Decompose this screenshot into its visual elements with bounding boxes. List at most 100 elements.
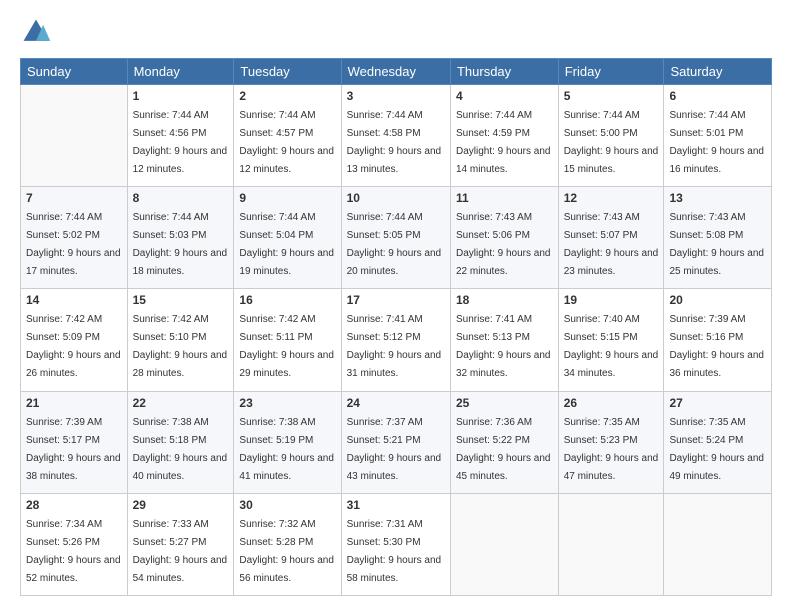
day-number: 15 — [133, 293, 229, 307]
logo-icon — [20, 16, 52, 48]
day-number: 30 — [239, 498, 335, 512]
day-info: Sunrise: 7:44 AMSunset: 5:01 PMDaylight:… — [669, 110, 764, 175]
calendar-week-row: 14 Sunrise: 7:42 AMSunset: 5:09 PMDaylig… — [21, 289, 772, 391]
day-info: Sunrise: 7:44 AMSunset: 4:57 PMDaylight:… — [239, 110, 334, 175]
day-number: 12 — [564, 191, 659, 205]
day-number: 28 — [26, 498, 122, 512]
day-info: Sunrise: 7:35 AMSunset: 5:23 PMDaylight:… — [564, 417, 659, 482]
day-info: Sunrise: 7:44 AMSunset: 4:59 PMDaylight:… — [456, 110, 551, 175]
day-number: 27 — [669, 396, 766, 410]
day-info: Sunrise: 7:44 AMSunset: 4:58 PMDaylight:… — [347, 110, 442, 175]
day-header: Thursday — [450, 59, 558, 85]
calendar-cell: 19 Sunrise: 7:40 AMSunset: 5:15 PMDaylig… — [558, 289, 664, 391]
calendar-cell: 15 Sunrise: 7:42 AMSunset: 5:10 PMDaylig… — [127, 289, 234, 391]
day-number: 21 — [26, 396, 122, 410]
day-header: Sunday — [21, 59, 128, 85]
day-info: Sunrise: 7:44 AMSunset: 5:00 PMDaylight:… — [564, 110, 659, 175]
calendar-cell — [558, 493, 664, 595]
calendar-cell: 10 Sunrise: 7:44 AMSunset: 5:05 PMDaylig… — [341, 187, 450, 289]
day-header: Monday — [127, 59, 234, 85]
calendar-cell: 31 Sunrise: 7:31 AMSunset: 5:30 PMDaylig… — [341, 493, 450, 595]
day-number: 4 — [456, 89, 553, 103]
day-info: Sunrise: 7:43 AMSunset: 5:08 PMDaylight:… — [669, 212, 764, 277]
calendar-cell — [450, 493, 558, 595]
day-number: 13 — [669, 191, 766, 205]
day-info: Sunrise: 7:40 AMSunset: 5:15 PMDaylight:… — [564, 314, 659, 379]
day-header: Wednesday — [341, 59, 450, 85]
day-info: Sunrise: 7:36 AMSunset: 5:22 PMDaylight:… — [456, 417, 551, 482]
day-number: 8 — [133, 191, 229, 205]
calendar-cell: 13 Sunrise: 7:43 AMSunset: 5:08 PMDaylig… — [664, 187, 772, 289]
calendar-table: SundayMondayTuesdayWednesdayThursdayFrid… — [20, 58, 772, 596]
calendar-cell: 7 Sunrise: 7:44 AMSunset: 5:02 PMDayligh… — [21, 187, 128, 289]
day-info: Sunrise: 7:39 AMSunset: 5:16 PMDaylight:… — [669, 314, 764, 379]
day-number: 19 — [564, 293, 659, 307]
calendar-cell: 25 Sunrise: 7:36 AMSunset: 5:22 PMDaylig… — [450, 391, 558, 493]
day-info: Sunrise: 7:44 AMSunset: 5:04 PMDaylight:… — [239, 212, 334, 277]
day-info: Sunrise: 7:42 AMSunset: 5:10 PMDaylight:… — [133, 314, 228, 379]
calendar-cell: 11 Sunrise: 7:43 AMSunset: 5:06 PMDaylig… — [450, 187, 558, 289]
page: SundayMondayTuesdayWednesdayThursdayFrid… — [0, 0, 792, 612]
day-info: Sunrise: 7:41 AMSunset: 5:12 PMDaylight:… — [347, 314, 442, 379]
calendar-cell: 18 Sunrise: 7:41 AMSunset: 5:13 PMDaylig… — [450, 289, 558, 391]
day-number: 20 — [669, 293, 766, 307]
calendar-cell: 20 Sunrise: 7:39 AMSunset: 5:16 PMDaylig… — [664, 289, 772, 391]
day-number: 17 — [347, 293, 445, 307]
calendar-cell: 28 Sunrise: 7:34 AMSunset: 5:26 PMDaylig… — [21, 493, 128, 595]
day-info: Sunrise: 7:37 AMSunset: 5:21 PMDaylight:… — [347, 417, 442, 482]
day-info: Sunrise: 7:34 AMSunset: 5:26 PMDaylight:… — [26, 519, 121, 584]
calendar-cell — [21, 85, 128, 187]
calendar-cell: 5 Sunrise: 7:44 AMSunset: 5:00 PMDayligh… — [558, 85, 664, 187]
day-info: Sunrise: 7:44 AMSunset: 5:03 PMDaylight:… — [133, 212, 228, 277]
day-number: 6 — [669, 89, 766, 103]
day-info: Sunrise: 7:44 AMSunset: 5:02 PMDaylight:… — [26, 212, 121, 277]
calendar-cell: 21 Sunrise: 7:39 AMSunset: 5:17 PMDaylig… — [21, 391, 128, 493]
calendar-cell: 30 Sunrise: 7:32 AMSunset: 5:28 PMDaylig… — [234, 493, 341, 595]
day-info: Sunrise: 7:43 AMSunset: 5:07 PMDaylight:… — [564, 212, 659, 277]
calendar-week-row: 28 Sunrise: 7:34 AMSunset: 5:26 PMDaylig… — [21, 493, 772, 595]
calendar-cell: 14 Sunrise: 7:42 AMSunset: 5:09 PMDaylig… — [21, 289, 128, 391]
day-number: 11 — [456, 191, 553, 205]
calendar-cell — [664, 493, 772, 595]
day-number: 22 — [133, 396, 229, 410]
day-number: 1 — [133, 89, 229, 103]
calendar-cell: 3 Sunrise: 7:44 AMSunset: 4:58 PMDayligh… — [341, 85, 450, 187]
calendar-cell: 17 Sunrise: 7:41 AMSunset: 5:12 PMDaylig… — [341, 289, 450, 391]
day-info: Sunrise: 7:42 AMSunset: 5:11 PMDaylight:… — [239, 314, 334, 379]
day-info: Sunrise: 7:38 AMSunset: 5:19 PMDaylight:… — [239, 417, 334, 482]
calendar-cell: 12 Sunrise: 7:43 AMSunset: 5:07 PMDaylig… — [558, 187, 664, 289]
day-header: Tuesday — [234, 59, 341, 85]
calendar-cell: 2 Sunrise: 7:44 AMSunset: 4:57 PMDayligh… — [234, 85, 341, 187]
calendar-cell: 27 Sunrise: 7:35 AMSunset: 5:24 PMDaylig… — [664, 391, 772, 493]
day-number: 14 — [26, 293, 122, 307]
calendar-week-row: 1 Sunrise: 7:44 AMSunset: 4:56 PMDayligh… — [21, 85, 772, 187]
calendar-cell: 8 Sunrise: 7:44 AMSunset: 5:03 PMDayligh… — [127, 187, 234, 289]
day-info: Sunrise: 7:39 AMSunset: 5:17 PMDaylight:… — [26, 417, 121, 482]
day-number: 26 — [564, 396, 659, 410]
day-info: Sunrise: 7:44 AMSunset: 5:05 PMDaylight:… — [347, 212, 442, 277]
day-number: 23 — [239, 396, 335, 410]
calendar-cell: 29 Sunrise: 7:33 AMSunset: 5:27 PMDaylig… — [127, 493, 234, 595]
day-number: 24 — [347, 396, 445, 410]
day-info: Sunrise: 7:32 AMSunset: 5:28 PMDaylight:… — [239, 519, 334, 584]
day-info: Sunrise: 7:35 AMSunset: 5:24 PMDaylight:… — [669, 417, 764, 482]
day-number: 16 — [239, 293, 335, 307]
calendar-cell: 22 Sunrise: 7:38 AMSunset: 5:18 PMDaylig… — [127, 391, 234, 493]
day-info: Sunrise: 7:38 AMSunset: 5:18 PMDaylight:… — [133, 417, 228, 482]
day-number: 9 — [239, 191, 335, 205]
calendar-cell: 26 Sunrise: 7:35 AMSunset: 5:23 PMDaylig… — [558, 391, 664, 493]
day-number: 25 — [456, 396, 553, 410]
day-number: 10 — [347, 191, 445, 205]
day-number: 5 — [564, 89, 659, 103]
header — [20, 16, 772, 48]
calendar-header-row: SundayMondayTuesdayWednesdayThursdayFrid… — [21, 59, 772, 85]
day-info: Sunrise: 7:41 AMSunset: 5:13 PMDaylight:… — [456, 314, 551, 379]
day-info: Sunrise: 7:42 AMSunset: 5:09 PMDaylight:… — [26, 314, 121, 379]
day-number: 18 — [456, 293, 553, 307]
day-number: 2 — [239, 89, 335, 103]
day-number: 7 — [26, 191, 122, 205]
calendar-week-row: 21 Sunrise: 7:39 AMSunset: 5:17 PMDaylig… — [21, 391, 772, 493]
calendar-cell: 6 Sunrise: 7:44 AMSunset: 5:01 PMDayligh… — [664, 85, 772, 187]
calendar-week-row: 7 Sunrise: 7:44 AMSunset: 5:02 PMDayligh… — [21, 187, 772, 289]
day-info: Sunrise: 7:44 AMSunset: 4:56 PMDaylight:… — [133, 110, 228, 175]
